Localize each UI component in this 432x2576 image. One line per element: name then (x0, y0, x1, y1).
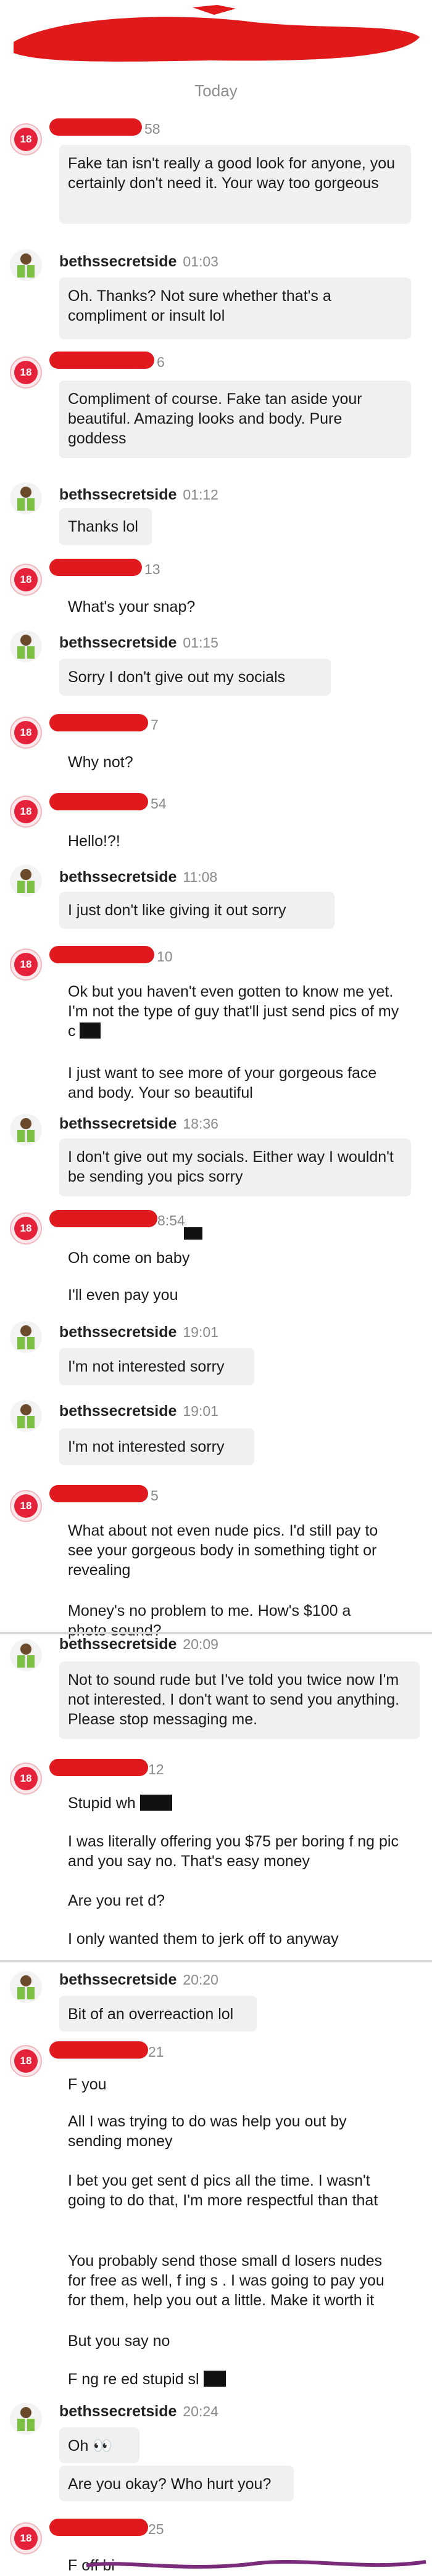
redaction-mark (14, 5, 420, 62)
gift-avatar-icon (17, 1325, 35, 1349)
bethssecretside-avatar[interactable] (10, 1114, 42, 1146)
message-bubble[interactable]: I'm not interested sorry (59, 1428, 254, 1465)
redacted-name (49, 793, 148, 810)
message-bubble[interactable]: Hello!?! (59, 823, 158, 858)
gift-avatar-icon (17, 487, 35, 511)
scribble-overlay (86, 2560, 426, 2569)
message-bubble[interactable]: Thanks lol (59, 508, 152, 545)
gift-avatar-icon (17, 1975, 35, 1999)
censor-bar (139, 1795, 172, 1811)
message-bubble[interactable]: What's your snap? (59, 588, 207, 625)
message-bubble[interactable]: Are you ret d? (59, 1882, 244, 1918)
redacted-name (49, 714, 148, 731)
contact-avatar[interactable]: 18 (10, 356, 42, 389)
redacted-name (49, 352, 154, 369)
message-bubble[interactable]: I just want to see more of your gorgeous… (59, 1055, 411, 1111)
gift-avatar-icon (17, 869, 35, 893)
message-bubble[interactable]: Fake tan isn't really a good look for an… (59, 145, 411, 224)
bethssecretside-avatar[interactable] (10, 2403, 42, 2435)
bethssecretside-avatar[interactable] (10, 249, 42, 281)
sender-header: bethssecretside 20:09 (59, 1636, 218, 1653)
censor-bar (80, 1023, 101, 1039)
gift-avatar-icon (17, 253, 35, 278)
bethssecretside-avatar[interactable] (10, 1971, 42, 2003)
message-bubble[interactable]: What about not even nude pics. I'd still… (59, 1512, 411, 1590)
contact-avatar[interactable]: 18 (10, 796, 42, 828)
gift-avatar-icon (17, 1404, 35, 1428)
message-bubble[interactable]: Oh. Thanks? Not sure whether that's a co… (59, 278, 411, 339)
sender-header: bethssecretside 18:36 (59, 1115, 218, 1132)
message-bubble[interactable]: I only wanted them to jerk off to anyway (59, 1920, 417, 1956)
gift-avatar-icon (17, 1118, 35, 1142)
message-bubble[interactable]: I bet you get sent d pics all the time. … (59, 2162, 411, 2240)
message-bubble[interactable]: But you say no (59, 2323, 244, 2358)
message-bubble[interactable]: Oh 👀 (59, 2427, 139, 2463)
sender-header: bethssecretside 11:08 (59, 868, 218, 886)
redacted-name (49, 2519, 148, 2536)
bethssecretside-avatar[interactable] (10, 1400, 42, 1432)
message-bubble[interactable]: I'm not interested sorry (59, 1348, 254, 1385)
contact-avatar[interactable]: 18 (10, 1490, 42, 1522)
sender-header: bethssecretside 01:15 (59, 634, 218, 651)
contact-avatar[interactable]: 18 (10, 2045, 42, 2077)
redacted-name (49, 2041, 148, 2059)
contact-avatar[interactable]: 18 (10, 564, 42, 596)
bethssecretside-avatar[interactable] (10, 865, 42, 897)
bethssecretside-avatar[interactable] (10, 1321, 42, 1353)
message-bubble[interactable]: Compliment of course. Fake tan aside you… (59, 381, 411, 458)
contact-avatar[interactable]: 18 (10, 949, 42, 981)
message-bubble[interactable]: Are you okay? Who hurt you? (59, 2466, 294, 2501)
contact-avatar[interactable]: 18 (10, 123, 42, 155)
redacted-name (49, 1210, 157, 1227)
redacted-name (49, 946, 154, 963)
message-bubble[interactable]: I'll even pay you (59, 1277, 244, 1312)
redacted-name (49, 559, 142, 576)
sender-header: bethssecretside 19:01 (59, 1323, 218, 1341)
bethssecretside-avatar[interactable] (10, 482, 42, 514)
sender-header: bethssecretside 20:20 (59, 1971, 218, 1988)
message-bubble[interactable]: Oh come on baby (59, 1240, 244, 1275)
message-bubble[interactable]: Not to sound rude but I've told you twic… (59, 1661, 420, 1739)
contact-avatar[interactable]: 18 (10, 1763, 42, 1795)
message-bubble[interactable]: Why not? (59, 744, 158, 780)
redacted-name (49, 118, 142, 136)
message-bubble[interactable]: I don't give out my socials. Either way … (59, 1138, 411, 1196)
sender-header: bethssecretside 01:12 (59, 486, 218, 503)
sender-header: bethssecretside 01:03 (59, 253, 218, 270)
sender-header: bethssecretside 19:01 (59, 1402, 218, 1420)
contact-avatar[interactable]: 18 (10, 1212, 42, 1245)
message-bubble[interactable]: Bit of an overreaction lol (59, 1996, 257, 2031)
redacted-name (49, 1485, 148, 1502)
message-bubble[interactable]: Sorry I don't give out my socials (59, 659, 331, 696)
message-bubble[interactable]: F you (59, 2066, 244, 2102)
contact-avatar[interactable]: 18 (10, 2522, 42, 2554)
contact-avatar[interactable]: 18 (10, 717, 42, 749)
message-bubble[interactable]: Ok but you haven't even gotten to know m… (59, 973, 411, 1052)
message-bubble[interactable]: Stupid wh (59, 1785, 244, 1821)
message-bubble[interactable]: All I was trying to do was help you out … (59, 2103, 411, 2160)
day-separator: Today (194, 81, 238, 100)
sender-header: bethssecretside 20:24 (59, 2403, 218, 2420)
gift-avatar-icon (17, 1644, 35, 1668)
bethssecretside-avatar[interactable] (10, 630, 42, 662)
gift-avatar-icon (17, 635, 35, 659)
redacted-name (49, 1759, 148, 1776)
message-bubble[interactable]: I was literally offering you $75 per bor… (59, 1823, 411, 1880)
message-bubble[interactable]: I just don't like giving it out sorry (59, 892, 334, 929)
chat-header (0, 0, 432, 71)
message-bubble[interactable]: You probably send those small d losers n… (59, 2242, 411, 2320)
screenshot-seam (0, 1632, 432, 1634)
gift-avatar-icon (17, 2407, 35, 2431)
censor-bar (203, 2371, 226, 2387)
screenshot-seam (0, 1960, 432, 1962)
message-bubble[interactable]: F ng re ed stupid sl (59, 2361, 318, 2397)
bethssecretside-avatar[interactable] (10, 1639, 42, 1671)
